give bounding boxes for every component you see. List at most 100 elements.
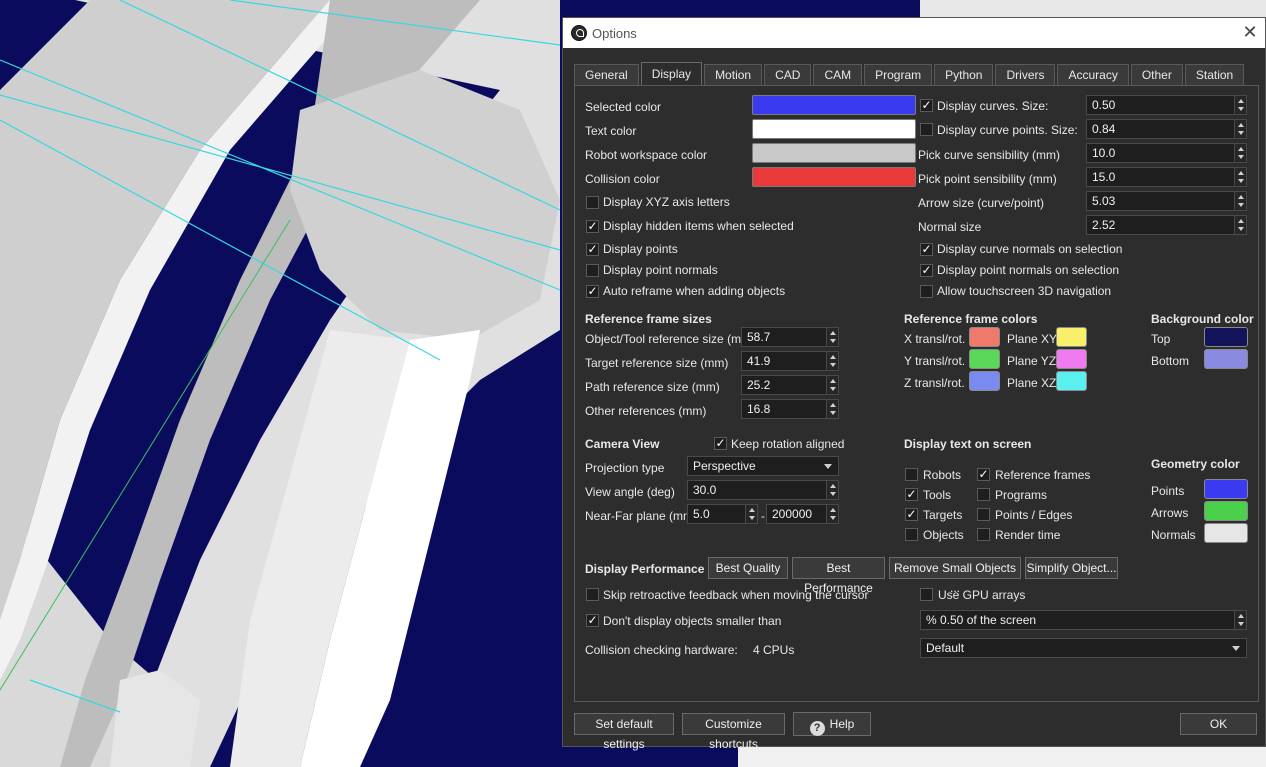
set-default-settings-button[interactable]: Set default settings [574,713,674,751]
targets-text-checkbox[interactable]: ✓ [905,508,918,521]
spin-arrows-icon[interactable] [826,400,838,418]
near-far-label: Near-Far plane (mm) [585,509,698,523]
arrow-size-spinbox[interactable]: 5.03 [1086,191,1247,211]
far-plane-spinbox[interactable]: 200000 [766,504,839,524]
tab-accuracy[interactable]: Accuracy [1057,64,1129,86]
display-points-checkbox[interactable]: ✓ [586,243,599,256]
touchscreen-checkbox[interactable] [920,285,933,298]
text-color-button[interactable] [752,119,916,139]
path-size-spinbox[interactable]: 25.2 [741,375,839,395]
spin-arrows-icon[interactable] [1234,168,1246,186]
pick-point-spinbox[interactable]: 15.0 [1086,167,1247,187]
skip-feedback-checkbox[interactable] [586,588,599,601]
ok-button[interactable]: OK [1180,713,1257,735]
normal-size-spinbox[interactable]: 2.52 [1086,215,1247,235]
projection-type-select[interactable]: Perspective [687,456,839,476]
gpu-arrays-checkbox[interactable] [920,588,933,601]
projection-type-label: Projection type [585,461,665,475]
hidden-items-checkbox[interactable]: ✓ [586,220,599,233]
spin-arrows-icon[interactable] [1234,144,1246,162]
path-size-label: Path reference size (mm) [585,380,720,394]
programs-text-checkbox[interactable] [977,488,990,501]
collision-hardware-select[interactable]: Default [920,638,1247,658]
background-top-swatch[interactable] [1204,327,1248,347]
pick-curve-spinbox[interactable]: 10.0 [1086,143,1247,163]
robot-workspace-color-button[interactable] [752,143,916,163]
spin-arrows-icon[interactable] [1234,216,1246,234]
curve-points-size-value: 0.84 [1092,122,1116,136]
plane-xz-color-swatch[interactable] [1056,371,1087,391]
geometry-arrows-swatch[interactable] [1204,501,1248,521]
curve-points-size-spinbox[interactable]: 0.84 [1086,119,1247,139]
background-top-label: Top [1151,332,1171,346]
spin-arrows-icon[interactable] [826,376,838,394]
simplify-object-button[interactable]: Simplify Object... [1025,557,1118,579]
reference-frames-text-checkbox[interactable]: ✓ [977,468,990,481]
other-refs-label: Other references (mm) [585,404,707,418]
geometry-normals-swatch[interactable] [1204,523,1248,543]
spin-arrows-icon[interactable] [826,328,838,346]
tab-station[interactable]: Station [1184,64,1245,86]
z-transl-label: Z transl/rot. [904,376,965,390]
robots-text-checkbox[interactable] [905,468,918,481]
point-normals-selection-checkbox[interactable]: ✓ [920,264,933,277]
x-color-swatch[interactable] [969,327,1000,347]
collision-color-button[interactable] [752,167,916,187]
display-curves-checkbox[interactable]: ✓ [920,99,933,112]
spin-arrows-icon[interactable] [1234,192,1246,210]
tab-general[interactable]: General [574,64,639,86]
robot-workspace-color-label: Robot workspace color [585,148,708,162]
curve-normals-checkbox[interactable]: ✓ [920,243,933,256]
view-angle-spinbox[interactable]: 30.0 [687,480,839,500]
tab-motion[interactable]: Motion [704,64,763,86]
plane-xy-color-swatch[interactable] [1056,327,1087,347]
spin-arrows-icon[interactable] [826,481,838,499]
other-refs-spinbox[interactable]: 16.8 [741,399,839,419]
robots-text-label: Robots [923,468,962,482]
geometry-color-heading: Geometry color [1151,457,1240,471]
render-time-text-checkbox[interactable] [977,528,990,541]
object-tool-size-spinbox[interactable]: 58.7 [741,327,839,347]
tab-other[interactable]: Other [1130,64,1183,86]
target-size-spinbox[interactable]: 41.9 [741,351,839,371]
objects-text-checkbox[interactable] [905,528,918,541]
spin-arrows-icon[interactable] [1234,120,1246,138]
tools-text-checkbox[interactable]: ✓ [905,488,918,501]
close-icon[interactable]: ✕ [1239,22,1261,44]
auto-reframe-checkbox[interactable]: ✓ [586,285,599,298]
xyz-axis-label: Display XYZ axis letters [603,195,730,209]
background-bottom-swatch[interactable] [1204,349,1248,369]
tab-display[interactable]: Display [640,62,703,86]
spin-arrows-icon[interactable] [826,352,838,370]
best-performance-button[interactable]: Best Performance [792,557,885,595]
z-color-swatch[interactable] [969,371,1000,391]
plane-yz-color-swatch[interactable] [1056,349,1087,369]
spin-arrows-icon[interactable] [826,505,838,523]
points-edges-text-checkbox[interactable] [977,508,990,521]
near-plane-spinbox[interactable]: 5.0 [687,504,758,524]
best-quality-button[interactable]: Best Quality [708,557,788,579]
spin-arrows-icon[interactable] [745,505,757,523]
objects-text-label: Objects [923,528,964,542]
spin-arrows-icon[interactable] [1234,96,1246,114]
display-curve-points-checkbox[interactable] [920,123,933,136]
selected-color-button[interactable] [752,95,916,115]
help-button[interactable]: ? Help [793,712,871,736]
curve-size-spinbox[interactable]: 0.50 [1086,95,1247,115]
small-objects-spinbox[interactable]: % 0.50 of the screen [920,610,1247,630]
tab-cad[interactable]: CAD [764,64,812,86]
tab-python[interactable]: Python [934,64,994,86]
customize-shortcuts-button[interactable]: Customize shortcuts [682,713,785,751]
remove-small-objects-button[interactable]: Remove Small Objects ... [889,557,1021,595]
y-color-swatch[interactable] [969,349,1000,369]
point-normals-checkbox[interactable] [586,264,599,277]
dont-display-small-checkbox[interactable]: ✓ [586,614,599,627]
keep-rotation-checkbox[interactable]: ✓ [714,437,727,450]
tab-program[interactable]: Program [864,64,933,86]
tab-drivers[interactable]: Drivers [995,64,1056,86]
tab-cam[interactable]: CAM [813,64,863,86]
geometry-points-swatch[interactable] [1204,479,1248,499]
spin-arrows-icon[interactable] [1234,611,1246,629]
xyz-axis-checkbox[interactable] [586,196,599,209]
plane-yz-label: Plane YZ [1007,354,1057,368]
